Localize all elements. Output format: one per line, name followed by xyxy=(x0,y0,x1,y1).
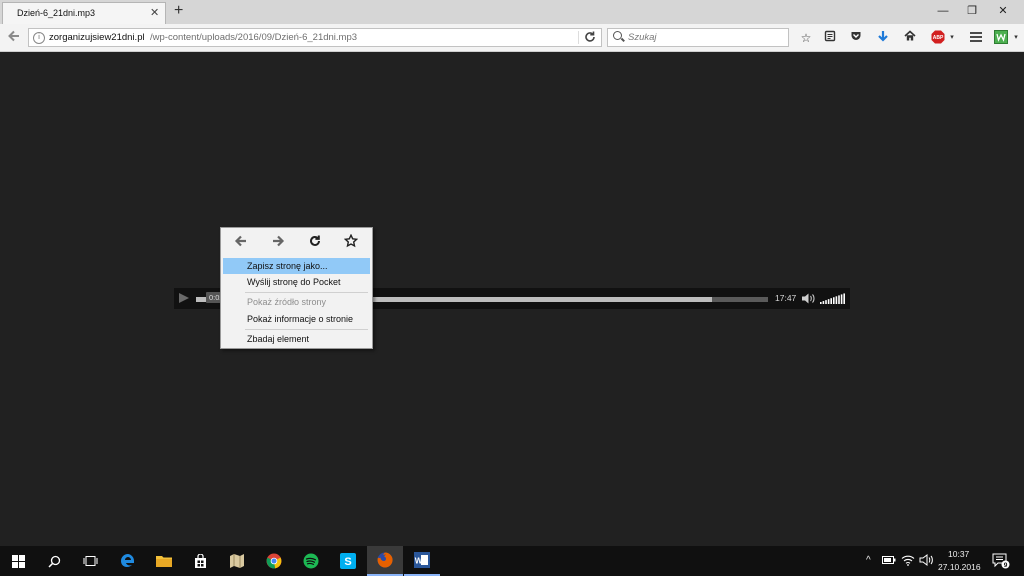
search-icon xyxy=(613,31,622,40)
volume-bar xyxy=(822,301,825,304)
firefox-icon[interactable] xyxy=(367,546,403,576)
volume-bar xyxy=(843,293,845,304)
volume-bar xyxy=(840,294,843,304)
volume-bar xyxy=(830,298,832,304)
reading-list-icon[interactable] xyxy=(822,30,838,46)
file-explorer-icon[interactable] xyxy=(146,546,182,576)
info-icon[interactable]: i xyxy=(33,32,45,44)
wifi-icon[interactable] xyxy=(901,554,915,568)
skype-icon[interactable]: S xyxy=(330,546,366,576)
menu-item-send-to-pocket[interactable]: Wyślij stronę do Pocket xyxy=(223,274,370,290)
word-icon[interactable]: W xyxy=(404,546,440,576)
url-divider xyxy=(578,31,579,44)
navigation-toolbar: i zorganizujsiew21dni.pl /wp-content/upl… xyxy=(0,24,1024,52)
search-icon[interactable] xyxy=(36,546,72,576)
context-menu: Zapisz stronę jako... Wyślij stronę do P… xyxy=(220,227,373,349)
menu-hamburger-icon[interactable] xyxy=(968,30,984,46)
search-placeholder: Szukaj xyxy=(628,32,657,43)
volume-bar xyxy=(835,296,838,304)
back-arrow-icon[interactable] xyxy=(231,234,251,250)
volume-icon[interactable] xyxy=(801,293,815,307)
pocket-icon[interactable] xyxy=(848,30,864,46)
restore-button[interactable]: ❐ xyxy=(961,3,983,19)
back-arrow-icon[interactable] xyxy=(6,29,22,45)
battery-icon[interactable] xyxy=(882,555,896,567)
search-bar[interactable]: Szukaj xyxy=(607,28,789,47)
reload-icon[interactable] xyxy=(583,30,597,47)
windows-start-icon[interactable] xyxy=(0,546,36,576)
reload-icon[interactable] xyxy=(305,234,325,250)
edge-icon[interactable] xyxy=(110,546,146,576)
menu-item-view-source[interactable]: Pokaż źródło strony xyxy=(223,294,370,310)
volume-bar xyxy=(825,300,827,304)
bookmark-star-icon[interactable]: ☆ xyxy=(798,30,814,46)
svg-text:W: W xyxy=(415,557,423,566)
volume-slider[interactable] xyxy=(820,293,846,304)
tab-active[interactable]: Dzień-6_21dni.mp3 ✕ xyxy=(2,2,166,24)
new-tab-button[interactable]: + xyxy=(174,2,183,20)
notification-count: 9 xyxy=(1004,562,1008,569)
notification-center-icon[interactable]: 9 xyxy=(992,553,1010,571)
forward-arrow-icon[interactable] xyxy=(268,234,288,250)
duration-label: 17:47 xyxy=(775,293,797,303)
menu-item-inspect-element[interactable]: Zbadaj element xyxy=(223,331,370,347)
abp-label: ABP xyxy=(933,35,944,41)
home-icon[interactable] xyxy=(902,30,918,46)
spotify-icon[interactable] xyxy=(293,546,329,576)
tab-title: Dzień-6_21dni.mp3 xyxy=(17,8,96,18)
play-icon[interactable] xyxy=(179,293,189,303)
chrome-icon[interactable] xyxy=(256,546,292,576)
tab-close-icon[interactable]: ✕ xyxy=(150,6,159,19)
chevron-down-icon[interactable]: ▾ xyxy=(944,30,960,46)
menu-divider xyxy=(245,329,368,330)
url-path: /wp-content/uploads/2016/09/Dzień-6_21dn… xyxy=(150,32,358,43)
url-bar[interactable]: i zorganizujsiew21dni.pl /wp-content/upl… xyxy=(28,28,602,47)
maps-icon[interactable] xyxy=(219,546,255,576)
menu-divider xyxy=(245,292,368,293)
download-icon[interactable] xyxy=(875,30,891,46)
bookmark-star-icon[interactable] xyxy=(341,233,361,250)
volume-bar xyxy=(838,295,840,304)
extension-icon[interactable] xyxy=(993,30,1009,46)
tab-strip: Dzień-6_21dni.mp3 ✕ + — ❐ ✕ xyxy=(0,0,1024,24)
speaker-icon[interactable] xyxy=(919,554,933,568)
taskbar: S W ^ 10:37 27.10.2016 9 xyxy=(0,546,1024,576)
menu-item-page-info[interactable]: Pokaż informacje o stronie xyxy=(223,311,370,327)
volume-bar xyxy=(833,297,835,304)
volume-bar xyxy=(820,302,822,304)
volume-bar xyxy=(827,299,830,304)
store-icon[interactable] xyxy=(182,546,218,576)
menu-item-save-page-as[interactable]: Zapisz stronę jako... xyxy=(223,258,370,274)
chevron-up-icon[interactable]: ^ xyxy=(866,555,871,566)
minimize-button[interactable]: — xyxy=(932,3,954,19)
clock-date[interactable]: 27.10.2016 xyxy=(938,562,981,572)
url-host: zorganizujsiew21dni.pl xyxy=(49,32,145,43)
chevron-down-icon[interactable]: ▾ xyxy=(1008,30,1024,46)
clock-time[interactable]: 10:37 xyxy=(948,549,969,559)
close-window-button[interactable]: ✕ xyxy=(992,3,1014,19)
svg-text:S: S xyxy=(344,556,351,568)
task-view-icon[interactable] xyxy=(72,546,108,576)
